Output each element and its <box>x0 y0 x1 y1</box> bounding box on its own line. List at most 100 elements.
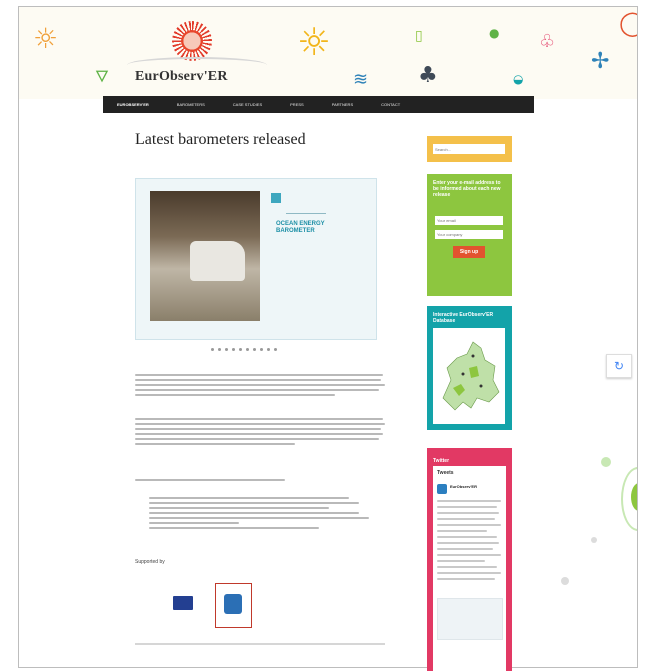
logo-sun-mark <box>172 21 212 61</box>
text-line <box>135 443 295 445</box>
text-line <box>135 379 381 381</box>
objectives-list <box>135 497 385 532</box>
nav-item-case-studies[interactable]: Case studies <box>219 102 276 107</box>
water-drop-icon: 🜄 <box>95 67 109 86</box>
text-line <box>135 428 381 430</box>
text-line <box>135 389 379 391</box>
database-box: Interactive EurObserv'ER Database <box>427 306 512 430</box>
twitter-title: Twitter <box>433 458 450 464</box>
database-title: Interactive EurObserv'ER Database <box>433 312 494 324</box>
decor-circle <box>601 457 611 467</box>
newsletter-title: Enter your e-mail address to be informed… <box>433 180 501 198</box>
company-field[interactable] <box>435 230 503 239</box>
leaf-icon: ● <box>489 26 500 40</box>
wind-turbine-icon: ✢ <box>591 49 610 74</box>
text-line <box>149 502 359 504</box>
tweet-text-line <box>437 506 497 508</box>
slider-pagination <box>211 348 277 351</box>
ademe-mark <box>224 594 242 614</box>
slider-dot[interactable] <box>274 348 277 351</box>
europe-map-graphic <box>442 341 500 411</box>
tweet-text-line <box>437 530 487 532</box>
text-line <box>149 507 329 509</box>
nav-item-home[interactable]: EurObserv'ER <box>103 102 163 107</box>
text-line <box>149 522 239 524</box>
eu-logo <box>145 594 205 614</box>
supported-by-label: Supported by <box>135 559 165 565</box>
sidebar-search-box <box>427 136 512 162</box>
decor-circle <box>561 577 569 585</box>
nav-item-contact[interactable]: Contact <box>367 102 414 107</box>
refresh-icon[interactable]: ↻ <box>606 354 632 378</box>
tweet-text-line <box>437 566 497 568</box>
slider-dot[interactable] <box>218 348 221 351</box>
eu-flag-icon <box>173 596 193 610</box>
text-line <box>135 423 385 425</box>
text-line <box>149 512 359 514</box>
tweet-text-line <box>437 500 501 502</box>
main-nav: EurObserv'ER Barometers Case studies Pre… <box>103 96 534 113</box>
plug-icon: ♧ <box>539 31 556 52</box>
sun-icon: ☼ <box>297 20 332 64</box>
tweet-text-line <box>437 536 497 538</box>
decor-circle <box>591 537 597 543</box>
text-line <box>135 374 383 376</box>
circle-icon: ◯ <box>619 11 637 35</box>
slider-dot[interactable] <box>211 348 214 351</box>
site-logo[interactable]: EurObserv'ER <box>135 69 228 85</box>
barometer-slider[interactable]: OCEAN ENERGY BAROMETER <box>135 178 377 340</box>
tweet-text-line <box>437 548 493 550</box>
tweet-text-line <box>437 542 499 544</box>
second-paragraph <box>135 418 385 448</box>
text-line <box>135 384 385 386</box>
slide-heading-badge <box>286 193 326 214</box>
nav-item-barometers[interactable]: Barometers <box>163 102 219 107</box>
ademe-logo <box>215 583 252 628</box>
slide-corner-mark <box>271 193 281 203</box>
text-line <box>149 517 369 519</box>
account-avatar <box>437 484 447 494</box>
account-name[interactable]: EurObserv'ER <box>450 484 477 489</box>
slider-dot[interactable] <box>253 348 256 351</box>
slider-dot[interactable] <box>232 348 235 351</box>
text-line <box>149 497 349 499</box>
tweet-text-line <box>437 578 495 580</box>
text-line <box>135 418 383 420</box>
objectives-heading <box>135 479 385 484</box>
text-line <box>135 394 335 396</box>
newsletter-box: Enter your e-mail address to be informed… <box>427 174 512 296</box>
footer-divider <box>135 643 385 645</box>
slider-dot[interactable] <box>260 348 263 351</box>
page-title: Latest barometers released <box>135 131 306 148</box>
tweets-header: Tweets <box>437 470 454 476</box>
slide-photo <box>150 191 260 321</box>
nav-item-press[interactable]: Press <box>276 102 318 107</box>
twitter-widget[interactable]: Tweets EurObserv'ER <box>433 466 506 671</box>
sun-icon: ☼ <box>33 22 59 55</box>
search-input[interactable] <box>433 144 505 154</box>
sign-up-button[interactable]: Sign up <box>453 246 485 258</box>
tap-icon: ◒ <box>513 72 524 86</box>
text-line <box>149 527 319 529</box>
slider-dot[interactable] <box>239 348 242 351</box>
text-line <box>135 479 285 481</box>
slider-dot[interactable] <box>225 348 228 351</box>
tweet-text-line <box>437 524 501 526</box>
twitter-box: Twitter Tweets EurObserv'ER <box>427 448 512 671</box>
tree-icon: ♣ <box>418 63 438 88</box>
slider-dot[interactable] <box>246 348 249 351</box>
ocean-energy-device <box>190 241 245 281</box>
text-line <box>135 433 383 435</box>
tweet-image[interactable] <box>437 598 503 640</box>
header-banner: ☼ 🜄 ☼ ≋ ♣ ▯ ● ♧ ✢ ◒ ◯ EurObserv'ER <box>19 7 637 99</box>
tweet-text-line <box>437 554 501 556</box>
slider-dot[interactable] <box>267 348 270 351</box>
background-map-decoration <box>531 257 637 667</box>
intro-paragraph <box>135 374 385 399</box>
email-field[interactable] <box>435 216 503 225</box>
tweet-text-line <box>437 560 485 562</box>
europe-map[interactable] <box>433 328 505 424</box>
text-line <box>135 438 379 440</box>
slide-barometer-label: OCEAN ENERGY BAROMETER <box>276 221 325 234</box>
nav-item-partners[interactable]: Partners <box>318 102 367 107</box>
